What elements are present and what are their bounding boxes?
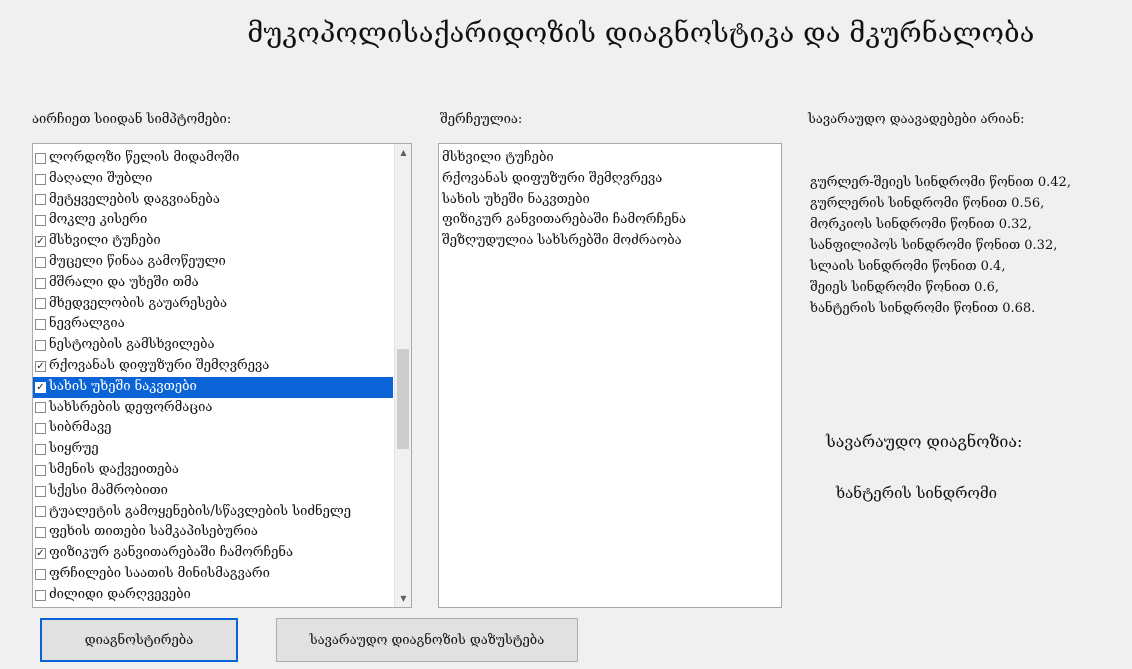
symptom-label: სმენის დაქვეითება xyxy=(49,461,179,477)
symptom-label: მსხვილი ტუჩები xyxy=(49,233,161,249)
symptom-list-scrollbar[interactable]: ▲ ▼ xyxy=(394,144,411,607)
possible-disease-line: გურლერ-შეიეს სინდრომი წონით 0.42, xyxy=(810,175,1071,190)
symptom-label: მაღალი შუბლი xyxy=(49,170,153,186)
symptom-item[interactable]: მხედველობის გაუარესება xyxy=(33,294,393,315)
possible-disease-line: ხანტერის სინდრომი წონით 0.68. xyxy=(810,301,1036,316)
symptom-label: სიყრუე xyxy=(49,441,99,457)
possible-disease-line: მორკიოს სინდრომი წონით 0.32, xyxy=(810,217,1032,232)
symptom-label: ტუალეტის გამოყენების/სწავლების სიძნელე xyxy=(49,503,352,519)
checkbox-icon[interactable] xyxy=(35,568,46,580)
symptom-label: ფეხის თითები სამკაპისებურია xyxy=(49,524,258,540)
symptom-label: რქოვანას დიფუზური შემღვრევა xyxy=(49,357,270,373)
symptom-label: სქესი მამრობითი xyxy=(49,482,168,498)
checkbox-checked-icon[interactable]: ✓ xyxy=(35,360,46,372)
checkbox-checked-icon[interactable]: ✓ xyxy=(35,236,46,248)
symptom-label: ფრჩილები საათის მინისმაგვარი xyxy=(49,565,270,581)
possible-disease-line: სლაის სინდრომი წონით 0.4, xyxy=(810,259,1006,274)
symptom-item[interactable]: მაღალი შუბლი xyxy=(33,169,393,190)
symptom-item[interactable]: მეტყველების დაგვიანება xyxy=(33,190,393,211)
checkbox-checked-icon[interactable]: ✓ xyxy=(35,381,46,393)
checkbox-icon[interactable] xyxy=(35,340,46,352)
symptom-label: მუცელი წინაა გამოწეული xyxy=(49,253,226,269)
diagnose-button[interactable]: დიაგნოსტირება xyxy=(40,618,238,662)
symptoms-label: აირჩიეთ სიიდან სიმპტომები: xyxy=(32,112,232,127)
checkbox-checked-icon[interactable]: ✓ xyxy=(35,548,46,560)
symptom-label: ფიზიკურ განვითარებაში ჩამორჩენა xyxy=(49,545,294,561)
symptom-item[interactable]: ნესტოების გამსხვილება xyxy=(33,335,393,356)
symptom-item[interactable]: ლორდოზი წელის მიდამოში xyxy=(33,148,393,169)
scroll-thumb[interactable] xyxy=(397,349,409,449)
symptom-item[interactable]: მუცელი წინაა გამოწეული xyxy=(33,252,393,273)
symptom-checklist[interactable]: ლორდოზი წელის მიდამოში მაღალი შუბლი მეტყვე… xyxy=(32,143,412,608)
page-title: მუკოპოლისაქარიდოზის დიაგნოსტიკა და მკურნ… xyxy=(247,18,1035,49)
symptom-item[interactable]: ✓ მსხვილი ტუჩები xyxy=(33,231,393,252)
checkbox-icon[interactable] xyxy=(35,152,46,164)
symptom-item[interactable]: ფრჩილები საათის მინისმაგვარი xyxy=(33,564,393,585)
symptom-item[interactable]: ✓ სახის უხეში ნაკვთები xyxy=(33,376,393,398)
symptom-label: მეტყველების დაგვიანება xyxy=(49,191,220,207)
symptom-item[interactable]: მშრალი და უხეში თმა xyxy=(33,273,393,294)
selected-item[interactable]: მსხვილი ტუჩები xyxy=(442,148,778,169)
symptom-item[interactable]: ტუალეტის გამოყენების/სწავლების სიძნელე xyxy=(33,502,393,523)
possible-diseases-label: სავარაუდო დაავადებები არიან: xyxy=(808,112,1025,127)
checkbox-icon[interactable] xyxy=(35,464,46,476)
likely-diagnosis-value: ხანტერის სინდრომი xyxy=(836,484,998,502)
symptom-rows: ლორდოზი წელის მიდამოში მაღალი შუბლი მეტყვე… xyxy=(33,148,393,606)
symptom-item[interactable]: სმენის დაქვეითება xyxy=(33,460,393,481)
checkbox-icon[interactable] xyxy=(35,298,46,310)
symptom-item[interactable]: სიბრმავე xyxy=(33,418,393,439)
selected-symptoms-list[interactable]: მსხვილი ტუჩები რქოვანას დიფუზური შემღვრევ… xyxy=(438,143,782,608)
symptom-label: სიბრმავე xyxy=(49,420,112,436)
symptom-label: ძილიდი დარღვევები xyxy=(49,586,191,602)
symptom-item[interactable]: ფეხის თითები სამკაპისებურია xyxy=(33,522,393,543)
symptom-item[interactable]: ✓ რქოვანას დიფუზური შემღვრევა xyxy=(33,356,393,377)
refine-diagnosis-button[interactable]: სავარაუდო დიაგნოზის დაზუსტება xyxy=(276,618,578,662)
checkbox-icon[interactable] xyxy=(35,506,46,518)
possible-diseases-text: გურლერ-შეიეს სინდრომი წონით 0.42, გურლერი… xyxy=(810,172,1130,319)
symptom-label: ლორდოზი წელის მიდამოში xyxy=(49,150,240,165)
checkbox-icon[interactable] xyxy=(35,277,46,289)
symptom-label: მშრალი და უხეში თმა xyxy=(49,274,199,290)
checkbox-icon[interactable] xyxy=(35,173,46,185)
checkbox-icon[interactable] xyxy=(35,423,46,435)
checkbox-icon[interactable] xyxy=(35,527,46,539)
selected-item[interactable]: სახის უხეში ნაკვთები xyxy=(442,190,778,211)
checkbox-icon[interactable] xyxy=(35,194,46,206)
possible-disease-line: გურლერის სინდრომი წონით 0.56, xyxy=(810,196,1045,211)
checkbox-icon[interactable] xyxy=(35,215,46,227)
symptom-label: ნევრალგია xyxy=(49,316,125,332)
likely-diagnosis-label: სავარაუდო დიაგნოზია: xyxy=(826,432,1023,451)
symptom-item[interactable]: სახსრების დეფორმაცია xyxy=(33,398,393,419)
symptom-item[interactable]: სიყრუე xyxy=(33,439,393,460)
symptom-label: სახის უხეში ნაკვთები xyxy=(49,378,197,394)
possible-disease-line: სანფილიპოს სინდრომი წონით 0.32, xyxy=(810,238,1058,253)
symptom-label: ნესტოების გამსხვილება xyxy=(49,337,215,353)
symptom-label: სახსრების დეფორმაცია xyxy=(49,399,213,415)
checkbox-icon[interactable] xyxy=(35,485,46,497)
scroll-up-icon[interactable]: ▲ xyxy=(395,144,411,161)
checkbox-icon[interactable] xyxy=(35,402,46,414)
selected-label: შერჩეულია: xyxy=(440,112,523,127)
symptom-label: მოკლე კისერი xyxy=(49,212,148,228)
symptom-item[interactable]: ძილიდი დარღვევები xyxy=(33,585,393,606)
symptom-item[interactable]: ✓ ფიზიკურ განვითარებაში ჩამორჩენა xyxy=(33,543,393,564)
symptom-item[interactable]: სქესი მამრობითი xyxy=(33,481,393,502)
checkbox-icon[interactable] xyxy=(35,589,46,601)
selected-item[interactable]: შეზღუდულია სახსრებში მოძრაობა xyxy=(442,231,778,252)
scroll-down-icon[interactable]: ▼ xyxy=(395,590,411,607)
selected-item[interactable]: რქოვანას დიფუზური შემღვრევა xyxy=(442,169,778,190)
possible-disease-line: შეიეს სინდრომი წონით 0.6, xyxy=(810,280,999,295)
symptom-label: მხედველობის გაუარესება xyxy=(49,295,227,311)
checkbox-icon[interactable] xyxy=(35,444,46,456)
selected-item[interactable]: ფიზიკურ განვითარებაში ჩამორჩენა xyxy=(442,210,778,231)
checkbox-icon[interactable] xyxy=(35,256,46,268)
checkbox-icon[interactable] xyxy=(35,319,46,331)
symptom-item[interactable]: მოკლე კისერი xyxy=(33,210,393,231)
symptom-item[interactable]: ნევრალგია xyxy=(33,314,393,335)
